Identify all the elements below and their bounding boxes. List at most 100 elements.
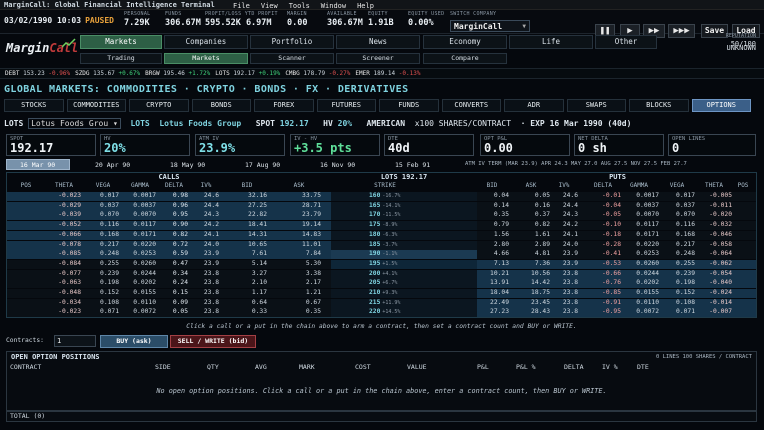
call-vega[interactable]: 0.198 [87, 279, 119, 286]
ticker-item[interactable]: LOTS 192.17 +0.19% [215, 70, 280, 77]
subtab-markets[interactable]: Markets [164, 53, 248, 64]
put-ask[interactable]: 4.81 [514, 250, 550, 257]
call-iv[interactable]: 23.9 [193, 250, 219, 257]
call-gamma[interactable]: 0.0037 [124, 202, 156, 209]
put-iv[interactable]: 23.9 [552, 250, 578, 257]
market-tab-blocks[interactable]: BLOCKS [629, 99, 689, 112]
nav-tab-economy[interactable]: Economy [423, 35, 507, 49]
call-gamma[interactable]: 0.0244 [124, 270, 156, 277]
chain-row[interactable]: -0.039 0.070 0.0070 0.95 24.3 22.82 23.79 170 -1… [7, 211, 756, 221]
nav-tab-news[interactable]: News [336, 35, 420, 49]
company-dropdown[interactable]: Lotus Foods Grou ▾ [28, 118, 121, 130]
subtab-compare[interactable]: Compare [423, 53, 507, 64]
market-tab-commodities[interactable]: COMMODITIES [66, 99, 126, 112]
put-bid[interactable]: 0.35 [477, 211, 509, 218]
put-ask[interactable]: 0.82 [514, 221, 550, 228]
strike-cell[interactable]: 210 +9.3% [369, 289, 429, 297]
call-bid[interactable]: 2.10 [227, 279, 267, 286]
put-gamma[interactable]: 0.0202 [621, 279, 659, 286]
call-iv[interactable]: 24.2 [193, 221, 219, 228]
call-gamma[interactable]: 0.0260 [124, 260, 156, 267]
call-theta[interactable]: -0.023 [47, 192, 81, 199]
put-delta[interactable]: -0.01 [587, 192, 621, 199]
market-tab-converts[interactable]: CONVERTS [441, 99, 501, 112]
put-ask[interactable]: 0.05 [514, 192, 550, 199]
ticker-item[interactable]: BRGW 195.46 +1.72% [145, 70, 210, 77]
strike-cell[interactable]: 190 -1.1% [369, 250, 429, 258]
put-vega[interactable]: 0.152 [661, 289, 695, 296]
chain-row[interactable]: -0.085 0.248 0.0253 0.59 23.9 7.61 7.84 190 -1.1… [7, 250, 756, 260]
call-ask[interactable]: 1.21 [277, 289, 321, 296]
put-iv[interactable]: 23.8 [552, 270, 578, 277]
call-bid[interactable]: 10.65 [227, 241, 267, 248]
put-iv[interactable]: 23.9 [552, 260, 578, 267]
chain-row[interactable]: -0.077 0.239 0.0244 0.34 23.8 3.27 3.38 200 +4.1… [7, 269, 756, 279]
put-ask[interactable]: 23.45 [514, 299, 550, 306]
put-theta[interactable]: -0.046 [698, 231, 732, 238]
menu-file[interactable]: File [233, 2, 250, 10]
put-ask[interactable]: 28.43 [514, 308, 550, 315]
call-ask[interactable]: 7.84 [277, 250, 321, 257]
expiry-tab[interactable]: 17 Aug 90 [231, 159, 295, 170]
call-gamma[interactable]: 0.0202 [124, 279, 156, 286]
put-gamma[interactable]: 0.0070 [621, 211, 659, 218]
put-ask[interactable]: 0.37 [514, 211, 550, 218]
ticker-item[interactable]: EMER 189.14 -0.13% [355, 70, 420, 77]
put-theta[interactable]: -0.064 [698, 250, 732, 257]
call-iv[interactable]: 24.4 [193, 202, 219, 209]
put-bid[interactable]: 27.23 [477, 308, 509, 315]
put-iv[interactable]: 24.0 [552, 241, 578, 248]
call-delta[interactable]: 0.90 [160, 221, 188, 228]
nav-tab-companies[interactable]: Companies [164, 35, 248, 49]
put-theta[interactable]: -0.040 [698, 279, 732, 286]
ticker-item[interactable]: SZDG 135.67 +0.67% [75, 70, 140, 77]
call-vega[interactable]: 0.239 [87, 270, 119, 277]
call-gamma[interactable]: 0.0072 [124, 308, 156, 315]
call-vega[interactable]: 0.217 [87, 241, 119, 248]
put-bid[interactable]: 0.79 [477, 221, 509, 228]
chain-row[interactable]: -0.052 0.116 0.0117 0.90 24.2 18.41 19.14 175 -8… [7, 221, 756, 231]
call-gamma[interactable]: 0.0253 [124, 250, 156, 257]
call-theta[interactable]: -0.034 [47, 299, 81, 306]
call-delta[interactable]: 0.95 [160, 211, 188, 218]
menu-tools[interactable]: Tools [289, 2, 310, 10]
call-vega[interactable]: 0.116 [87, 221, 119, 228]
put-gamma[interactable]: 0.0155 [621, 289, 659, 296]
put-gamma[interactable]: 0.0037 [621, 202, 659, 209]
market-tab-bonds[interactable]: BONDS [191, 99, 251, 112]
call-ask[interactable]: 19.14 [277, 221, 321, 228]
nav-tab-life[interactable]: Life [509, 35, 593, 49]
call-ask[interactable]: 5.30 [277, 260, 321, 267]
put-iv[interactable]: 24.1 [552, 231, 578, 238]
sell-write-button[interactable]: SELL / WRITE (bid) [170, 335, 256, 348]
put-theta[interactable]: -0.024 [698, 289, 732, 296]
put-ask[interactable]: 10.56 [514, 270, 550, 277]
call-theta[interactable]: -0.052 [47, 221, 81, 228]
market-tab-futures[interactable]: FUTURES [316, 99, 376, 112]
put-bid[interactable]: 22.49 [477, 299, 509, 306]
call-delta[interactable]: 0.72 [160, 241, 188, 248]
put-vega[interactable]: 0.239 [661, 270, 695, 277]
company-select[interactable]: MarginCall ▼ [450, 20, 530, 32]
call-delta[interactable]: 0.47 [160, 260, 188, 267]
put-ask[interactable]: 2.89 [514, 241, 550, 248]
call-ask[interactable]: 0.35 [277, 308, 321, 315]
put-delta[interactable]: -0.76 [587, 279, 621, 286]
call-vega[interactable]: 0.037 [87, 202, 119, 209]
call-delta[interactable]: 0.98 [160, 192, 188, 199]
put-gamma[interactable]: 0.0260 [621, 260, 659, 267]
put-theta[interactable]: -0.062 [698, 260, 732, 267]
call-delta[interactable]: 0.96 [160, 202, 188, 209]
call-ask[interactable]: 3.38 [277, 270, 321, 277]
put-vega[interactable]: 0.248 [661, 250, 695, 257]
call-bid[interactable]: 5.14 [227, 260, 267, 267]
put-bid[interactable]: 18.04 [477, 289, 509, 296]
chain-row[interactable]: -0.029 0.037 0.0037 0.96 24.4 27.25 28.71 165 -1… [7, 201, 756, 211]
expiry-tab[interactable]: 18 May 90 [156, 159, 220, 170]
nav-tab-portfolio[interactable]: Portfolio [250, 35, 334, 49]
put-vega[interactable]: 0.217 [661, 241, 695, 248]
call-vega[interactable]: 0.255 [87, 260, 119, 267]
put-gamma[interactable]: 0.0171 [621, 231, 659, 238]
put-bid[interactable]: 10.21 [477, 270, 509, 277]
put-bid[interactable]: 7.13 [477, 260, 509, 267]
